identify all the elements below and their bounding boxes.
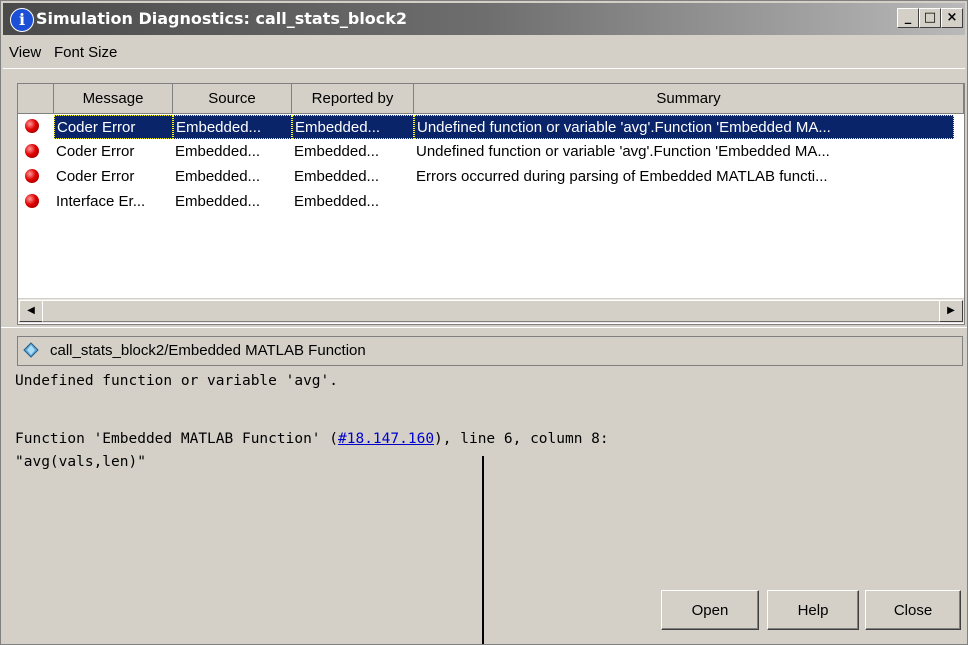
column-header-icon[interactable] [18, 84, 54, 114]
row-source: Embedded... [173, 115, 292, 139]
row-message: Coder Error [56, 168, 135, 185]
horizontal-scrollbar[interactable]: ◀ ▶ [18, 298, 964, 323]
row-reported-by: Embedded... [294, 168, 380, 185]
row-message: Coder Error [54, 115, 173, 139]
row-message: Coder Error [56, 143, 135, 160]
scroll-thumb[interactable] [42, 300, 940, 322]
scroll-right-icon[interactable]: ▶ [939, 300, 963, 322]
error-icon [25, 144, 39, 158]
info-icon: i [10, 8, 34, 32]
block-diamond-icon [23, 342, 39, 358]
close-window-button[interactable]: × [941, 8, 963, 28]
row-summary: Undefined function or variable 'avg'.Fun… [416, 143, 830, 160]
table-row[interactable]: Coder Error Embedded... Embedded... Erro… [18, 165, 964, 189]
diagnostics-window: i Simulation Diagnostics: call_stats_blo… [0, 0, 968, 645]
row-summary: Undefined function or variable 'avg'.Fun… [414, 115, 954, 139]
row-reported-by: Embedded... [294, 143, 380, 160]
menu-font-size[interactable]: Font Size [54, 44, 117, 61]
open-button[interactable]: Open [661, 590, 759, 630]
location-link[interactable]: #18.147.160 [338, 431, 434, 447]
window-title: Simulation Diagnostics: call_stats_block… [36, 9, 408, 28]
row-source: Embedded... [175, 168, 261, 185]
row-source: Embedded... [175, 193, 261, 210]
maximize-button[interactable]: □ [919, 8, 941, 28]
error-location-line: Function 'Embedded MATLAB Function' (#18… [15, 431, 609, 447]
column-header-source[interactable]: Source [173, 84, 292, 114]
table-row[interactable]: Coder Error Embedded... Embedded... Unde… [18, 115, 964, 139]
row-summary [414, 190, 954, 214]
error-message-line: Undefined function or variable 'avg'. [15, 373, 339, 389]
title-bar[interactable]: i Simulation Diagnostics: call_stats_blo… [3, 3, 965, 35]
text-cursor-divider [482, 456, 484, 644]
row-summary: Errors occurred during parsing of Embedd… [416, 168, 828, 185]
pane-splitter[interactable] [1, 327, 967, 332]
table-row[interactable]: Interface Er... Embedded... Embedded... [18, 190, 964, 214]
error-code-line: "avg(vals,len)" [15, 454, 146, 470]
row-message: Interface Er... [56, 193, 146, 210]
diagnostics-table: Message Source Reported by Summary Coder… [17, 83, 965, 325]
menu-bar: View Font Size [3, 36, 965, 69]
column-header-reported-by[interactable]: Reported by [292, 84, 414, 114]
error-icon [25, 119, 39, 133]
error-icon [25, 194, 39, 208]
row-reported-by: Embedded... [294, 193, 380, 210]
column-header-summary[interactable]: Summary [414, 84, 964, 114]
scroll-left-icon[interactable]: ◀ [19, 300, 43, 322]
minimize-button[interactable]: _ [897, 8, 919, 28]
error-icon [25, 169, 39, 183]
menu-view[interactable]: View [9, 44, 41, 61]
row-source: Embedded... [175, 143, 261, 160]
table-row[interactable]: Coder Error Embedded... Embedded... Unde… [18, 140, 964, 164]
help-button[interactable]: Help [767, 590, 859, 630]
source-path: call_stats_block2/Embedded MATLAB Functi… [50, 342, 366, 359]
close-button[interactable]: Close [865, 590, 961, 630]
source-path-bar: call_stats_block2/Embedded MATLAB Functi… [17, 336, 963, 366]
column-header-message[interactable]: Message [54, 84, 173, 114]
row-reported-by: Embedded... [292, 115, 414, 139]
